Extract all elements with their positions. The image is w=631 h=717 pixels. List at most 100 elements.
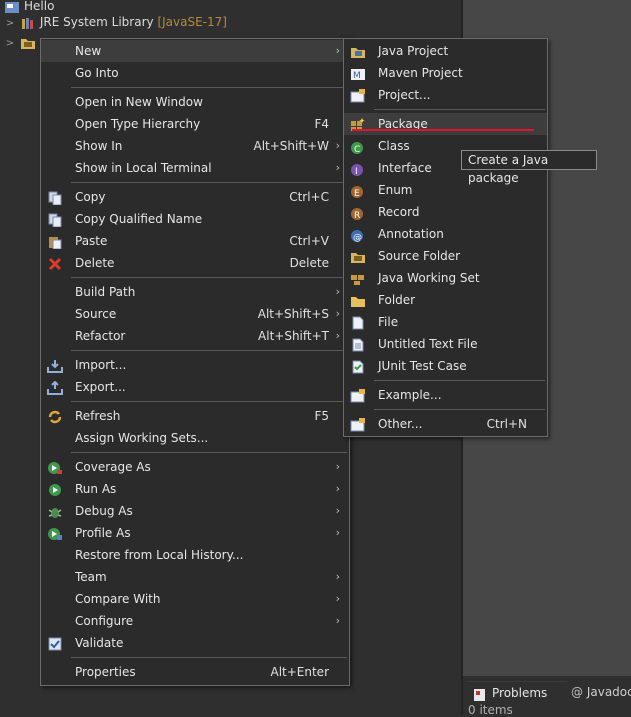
checkbox-checked-icon — [47, 636, 63, 651]
submenu-item-untitled-text-file[interactable]: Untitled Text File — [344, 333, 547, 355]
submenu-item-other[interactable]: Other... Ctrl+N — [344, 413, 547, 435]
maven-project-icon: M — [350, 66, 366, 81]
submenu-item-java-project[interactable]: Java Project — [344, 40, 547, 62]
menu-item-copy-qualified-name[interactable]: Copy Qualified Name — [41, 208, 349, 230]
chevron-right-icon: › — [335, 526, 340, 539]
menu-item-open-type-hierarchy[interactable]: Open Type Hierarchy F4 — [41, 113, 349, 135]
menu-item-run-as[interactable]: Run As › — [41, 478, 349, 500]
svg-text:@: @ — [353, 233, 362, 242]
menu-separator — [71, 401, 347, 402]
menu-item-refresh[interactable]: Refresh F5 — [41, 405, 349, 427]
menu-item-coverage-as[interactable]: Coverage As › — [41, 456, 349, 478]
chevron-right-icon: › — [335, 570, 340, 583]
debug-bug-icon — [47, 504, 63, 518]
svg-text:I: I — [355, 167, 358, 176]
submenu-item-maven-project[interactable]: M Maven Project — [344, 62, 547, 84]
import-icon — [47, 358, 63, 373]
submenu-item-annotation[interactable]: @ Annotation — [344, 223, 547, 245]
submenu-item-file[interactable]: File — [344, 311, 547, 333]
menu-item-validate[interactable]: Validate — [41, 632, 349, 654]
menu-item-source[interactable]: Source Alt+Shift+S › — [41, 303, 349, 325]
annotation-icon: @ — [350, 227, 366, 243]
other-wizard-icon — [350, 417, 366, 432]
menu-item-go-into[interactable]: Go Into — [41, 62, 349, 84]
copy-icon — [47, 190, 63, 206]
chevron-right-icon: › — [335, 161, 340, 174]
copy-qualified-icon — [47, 212, 63, 228]
menu-item-copy[interactable]: Copy Ctrl+C — [41, 186, 349, 208]
junit-icon — [350, 359, 366, 374]
menu-item-assign-working-sets[interactable]: Assign Working Sets... — [41, 427, 349, 449]
submenu-item-project[interactable]: Project... — [344, 84, 547, 106]
menu-item-refactor[interactable]: Refactor Alt+Shift+T › — [41, 325, 349, 347]
svg-text:M: M — [353, 71, 361, 81]
submenu-item-junit-test-case[interactable]: JUnit Test Case — [344, 355, 547, 377]
menu-item-export[interactable]: Export... — [41, 376, 349, 398]
project-icon — [350, 88, 366, 103]
menu-item-restore-history[interactable]: Restore from Local History... — [41, 544, 349, 566]
tab-problems[interactable]: Problems — [467, 681, 567, 704]
source-folder-icon — [20, 36, 36, 50]
submenu-item-package[interactable]: Package — [344, 113, 547, 135]
working-set-icon — [350, 271, 366, 285]
menu-item-paste[interactable]: Paste Ctrl+V — [41, 230, 349, 252]
tab-label: Problems — [492, 686, 548, 700]
class-icon: C — [350, 139, 366, 155]
record-icon: R — [350, 205, 366, 221]
menu-item-profile-as[interactable]: Profile As › — [41, 522, 349, 544]
tree-item-label: JRE System Library — [39, 15, 154, 29]
paste-icon — [47, 234, 63, 250]
tab-javadoc[interactable]: @ Javadoc — [571, 681, 631, 703]
submenu-item-source-folder[interactable]: Source Folder — [344, 245, 547, 267]
chevron-right-icon[interactable]: > — [4, 34, 16, 54]
menu-item-delete[interactable]: Delete Delete — [41, 252, 349, 274]
chevron-right-icon: › — [335, 460, 340, 473]
new-submenu: Java Project M Maven Project Project... … — [343, 38, 548, 437]
menu-item-team[interactable]: Team › — [41, 566, 349, 588]
at-icon: @ — [571, 685, 583, 699]
menu-item-compare-with[interactable]: Compare With › — [41, 588, 349, 610]
menu-separator — [374, 409, 545, 410]
menu-separator — [71, 277, 347, 278]
coverage-icon — [47, 460, 63, 474]
chevron-right-icon: › — [335, 329, 340, 342]
svg-text:R: R — [354, 211, 360, 220]
menu-item-properties[interactable]: Properties Alt+Enter — [41, 661, 349, 683]
problems-icon — [472, 687, 488, 701]
highlight-underline — [352, 129, 534, 131]
example-icon — [350, 388, 366, 403]
menu-separator — [374, 109, 545, 110]
java-project-icon — [350, 44, 366, 58]
library-icon — [20, 16, 36, 30]
menu-separator — [71, 452, 347, 453]
tab-label: Javadoc — [586, 685, 631, 699]
menu-item-show-in-terminal[interactable]: Show in Local Terminal › — [41, 157, 349, 179]
menu-item-show-in[interactable]: Show In Alt+Shift+W › — [41, 135, 349, 157]
enum-icon: E — [350, 183, 366, 199]
text-file-icon — [350, 337, 366, 352]
submenu-item-example[interactable]: Example... — [344, 384, 547, 406]
submenu-item-record[interactable]: R Record — [344, 201, 547, 223]
context-menu: New › Go Into Open in New Window Open Ty… — [40, 38, 350, 686]
menu-item-build-path[interactable]: Build Path › — [41, 281, 349, 303]
menu-item-import[interactable]: Import... — [41, 354, 349, 376]
menu-item-configure[interactable]: Configure › — [41, 610, 349, 632]
export-icon — [47, 380, 63, 395]
submenu-item-java-working-set[interactable]: Java Working Set — [344, 267, 547, 289]
source-folder-icon — [350, 249, 366, 263]
chevron-right-icon: › — [335, 139, 340, 152]
refresh-icon — [47, 409, 63, 424]
chevron-right-icon: › — [335, 285, 340, 298]
tree-item-jre[interactable]: > JRE System Library [JavaSE-17] — [4, 12, 227, 32]
menu-separator — [374, 380, 545, 381]
menu-item-new[interactable]: New › — [41, 40, 349, 62]
chevron-right-icon: › — [335, 482, 340, 495]
chevron-right-icon[interactable]: > — [4, 14, 16, 34]
menu-separator — [71, 182, 347, 183]
menu-item-open-new-window[interactable]: Open in New Window — [41, 91, 349, 113]
menu-item-debug-as[interactable]: Debug As › — [41, 500, 349, 522]
tree-item-src[interactable]: > — [4, 32, 40, 52]
folder-icon — [350, 293, 366, 307]
submenu-item-folder[interactable]: Folder — [344, 289, 547, 311]
menu-separator — [71, 657, 347, 658]
